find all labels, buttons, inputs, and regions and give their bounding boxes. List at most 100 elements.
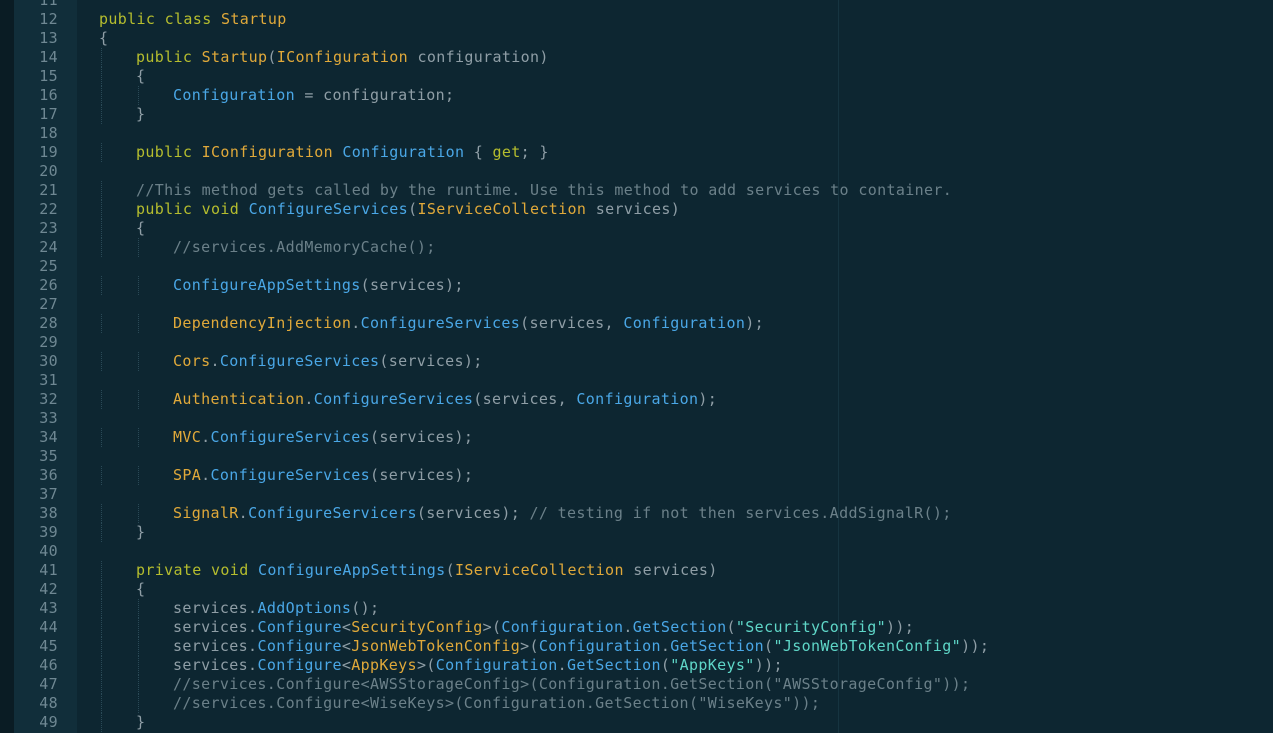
indent-guide bbox=[101, 656, 102, 675]
code-token: AppKeys bbox=[351, 656, 417, 674]
code-line[interactable]: 49} bbox=[0, 713, 1273, 732]
code-text[interactable]: //services.Configure<AWSStorageConfig>(C… bbox=[173, 675, 970, 694]
code-token: configuration) bbox=[408, 48, 549, 66]
code-line[interactable]: 37 bbox=[0, 485, 1273, 504]
code-token: services. bbox=[173, 599, 258, 617]
code-text[interactable]: public Startup(IConfiguration configurat… bbox=[136, 48, 549, 67]
code-line[interactable]: 17} bbox=[0, 105, 1273, 124]
indent-guide bbox=[138, 694, 139, 713]
indent-guide bbox=[138, 675, 139, 694]
code-text[interactable]: { bbox=[136, 219, 145, 238]
code-line[interactable]: 36 SPA.ConfigureServices(services); bbox=[0, 466, 1273, 485]
code-line[interactable]: 23 { bbox=[0, 219, 1273, 238]
code-text[interactable]: { bbox=[136, 580, 145, 599]
code-line[interactable]: 41 private void ConfigureAppSettings(ISer… bbox=[0, 561, 1273, 580]
indent-guide bbox=[101, 523, 102, 542]
code-line[interactable]: 13 { bbox=[0, 29, 1273, 48]
code-line[interactable]: 33 bbox=[0, 409, 1273, 428]
indent-guide bbox=[138, 238, 139, 257]
code-text[interactable]: services.Configure<SecurityConfig>(Confi… bbox=[173, 618, 914, 637]
code-line[interactable]: 40 bbox=[0, 542, 1273, 561]
code-line[interactable]: 45 services.Configure<JsonWebTokenConfig>… bbox=[0, 637, 1273, 656]
code-line[interactable]: 24 //services.AddMemoryCache(); bbox=[0, 238, 1273, 257]
code-line[interactable]: 27 bbox=[0, 295, 1273, 314]
code-text[interactable]: services.Configure<AppKeys>(Configuratio… bbox=[173, 656, 783, 675]
code-line[interactable]: 19 public IConfiguration Configuration { … bbox=[0, 143, 1273, 162]
code-line[interactable]: 38 SignalR.ConfigureServicers(services); … bbox=[0, 504, 1273, 523]
code-text[interactable]: //services.Configure<WiseKeys>(Configura… bbox=[173, 694, 820, 713]
code-line[interactable]: 43 services.AddOptions(); bbox=[0, 599, 1273, 618]
code-line[interactable]: 12 public class Startup bbox=[0, 10, 1273, 29]
code-line[interactable]: 46 services.Configure<AppKeys>(Configurat… bbox=[0, 656, 1273, 675]
code-editor[interactable]: 11 12 public class Startup 13 {14 public Star… bbox=[0, 0, 1273, 733]
code-token: { bbox=[464, 143, 493, 161]
indent-guide bbox=[101, 143, 102, 162]
code-line[interactable]: 32 Authentication.ConfigureServices(servi… bbox=[0, 390, 1273, 409]
indent-guide bbox=[101, 219, 102, 238]
code-text[interactable]: services.Configure<JsonWebTokenConfig>(C… bbox=[173, 637, 989, 656]
code-text[interactable]: //This method gets called by the runtime… bbox=[136, 181, 952, 200]
code-line[interactable]: 20 bbox=[0, 162, 1273, 181]
code-text[interactable]: ConfigureAppSettings(services); bbox=[173, 276, 464, 295]
code-line[interactable]: 15 { bbox=[0, 67, 1273, 86]
code-text[interactable]: } bbox=[136, 105, 145, 124]
code-line[interactable]: 30 Cors.ConfigureServices(services); bbox=[0, 352, 1273, 371]
code-token: { bbox=[136, 219, 146, 237]
code-line[interactable]: 48 //services.Configure<WiseKeys>(Configu… bbox=[0, 694, 1273, 713]
code-text[interactable]: //services.AddMemoryCache(); bbox=[173, 238, 436, 257]
code-text[interactable]: MVC.ConfigureServices(services); bbox=[173, 428, 473, 447]
code-line[interactable]: 11 bbox=[0, 0, 1273, 10]
code-token: IConfiguration bbox=[276, 48, 409, 66]
line-number: 49 bbox=[39, 713, 58, 731]
code-text[interactable]: public class Startup bbox=[99, 10, 287, 29]
code-line[interactable]: 14 public Startup(IConfiguration configur… bbox=[0, 48, 1273, 67]
code-line[interactable]: 28 DependencyInjection.ConfigureServices(… bbox=[0, 314, 1273, 333]
code-line[interactable]: 25 bbox=[0, 257, 1273, 276]
code-line[interactable]: 29 bbox=[0, 333, 1273, 352]
code-text[interactable]: DependencyInjection.ConfigureServices(se… bbox=[173, 314, 764, 333]
code-token: "AppKeys" bbox=[670, 656, 755, 674]
code-line[interactable]: 42 { bbox=[0, 580, 1273, 599]
code-text[interactable]: public IConfiguration Configuration { ge… bbox=[136, 143, 549, 162]
code-line[interactable]: 21 //This method gets called by the runti… bbox=[0, 181, 1273, 200]
code-text[interactable]: { bbox=[99, 29, 108, 48]
code-text[interactable]: private void ConfigureAppSettings(IServi… bbox=[136, 561, 718, 580]
code-token: AddOptions bbox=[257, 599, 352, 617]
code-line[interactable]: 35 bbox=[0, 447, 1273, 466]
code-lines[interactable]: 11 12 public class Startup 13 {14 public Star… bbox=[0, 0, 1273, 733]
code-text[interactable]: } bbox=[136, 713, 145, 732]
code-line[interactable]: 39} bbox=[0, 523, 1273, 542]
code-line[interactable]: 22 public void ConfigureServices(IService… bbox=[0, 200, 1273, 219]
code-token: } bbox=[136, 105, 146, 123]
indent-guide bbox=[101, 352, 102, 371]
code-token: //services.AddMemoryCache(); bbox=[173, 238, 436, 256]
code-line[interactable]: 31 bbox=[0, 371, 1273, 390]
code-token: "SecurityConfig" bbox=[735, 618, 887, 636]
code-line[interactable]: 47 //services.Configure<AWSStorageConfig>… bbox=[0, 675, 1273, 694]
code-text[interactable]: { bbox=[136, 67, 145, 86]
code-text[interactable]: Cors.ConfigureServices(services); bbox=[173, 352, 483, 371]
line-number: 43 bbox=[39, 599, 58, 617]
code-text[interactable]: Configuration = configuration; bbox=[173, 86, 454, 105]
code-line[interactable]: 26 ConfigureAppSettings(services); bbox=[0, 276, 1273, 295]
code-token: ConfigureServices bbox=[219, 352, 380, 370]
code-text[interactable]: SPA.ConfigureServices(services); bbox=[173, 466, 473, 485]
line-number: 30 bbox=[39, 352, 58, 370]
code-line[interactable]: 18 bbox=[0, 124, 1273, 143]
code-token: } bbox=[136, 523, 146, 541]
code-text[interactable]: } bbox=[136, 523, 145, 542]
code-text[interactable]: public void ConfigureServices(IServiceCo… bbox=[136, 200, 680, 219]
code-text[interactable]: Authentication.ConfigureServices(service… bbox=[173, 390, 717, 409]
code-token: Configure bbox=[257, 656, 342, 674]
code-line[interactable]: 16 Configuration = configuration; bbox=[0, 86, 1273, 105]
code-token: . bbox=[210, 352, 220, 370]
code-text[interactable]: SignalR.ConfigureServicers(services); //… bbox=[173, 504, 952, 523]
code-line[interactable]: 34 MVC.ConfigureServices(services); bbox=[0, 428, 1273, 447]
code-token: Startup bbox=[201, 48, 268, 66]
code-line[interactable]: 44 services.Configure<SecurityConfig>(Con… bbox=[0, 618, 1273, 637]
code-text[interactable]: services.AddOptions(); bbox=[173, 599, 379, 618]
code-token: Configuration bbox=[435, 656, 558, 674]
code-token: (services); bbox=[370, 466, 474, 484]
code-token: ( bbox=[726, 618, 736, 636]
code-token: = configuration; bbox=[294, 86, 455, 104]
